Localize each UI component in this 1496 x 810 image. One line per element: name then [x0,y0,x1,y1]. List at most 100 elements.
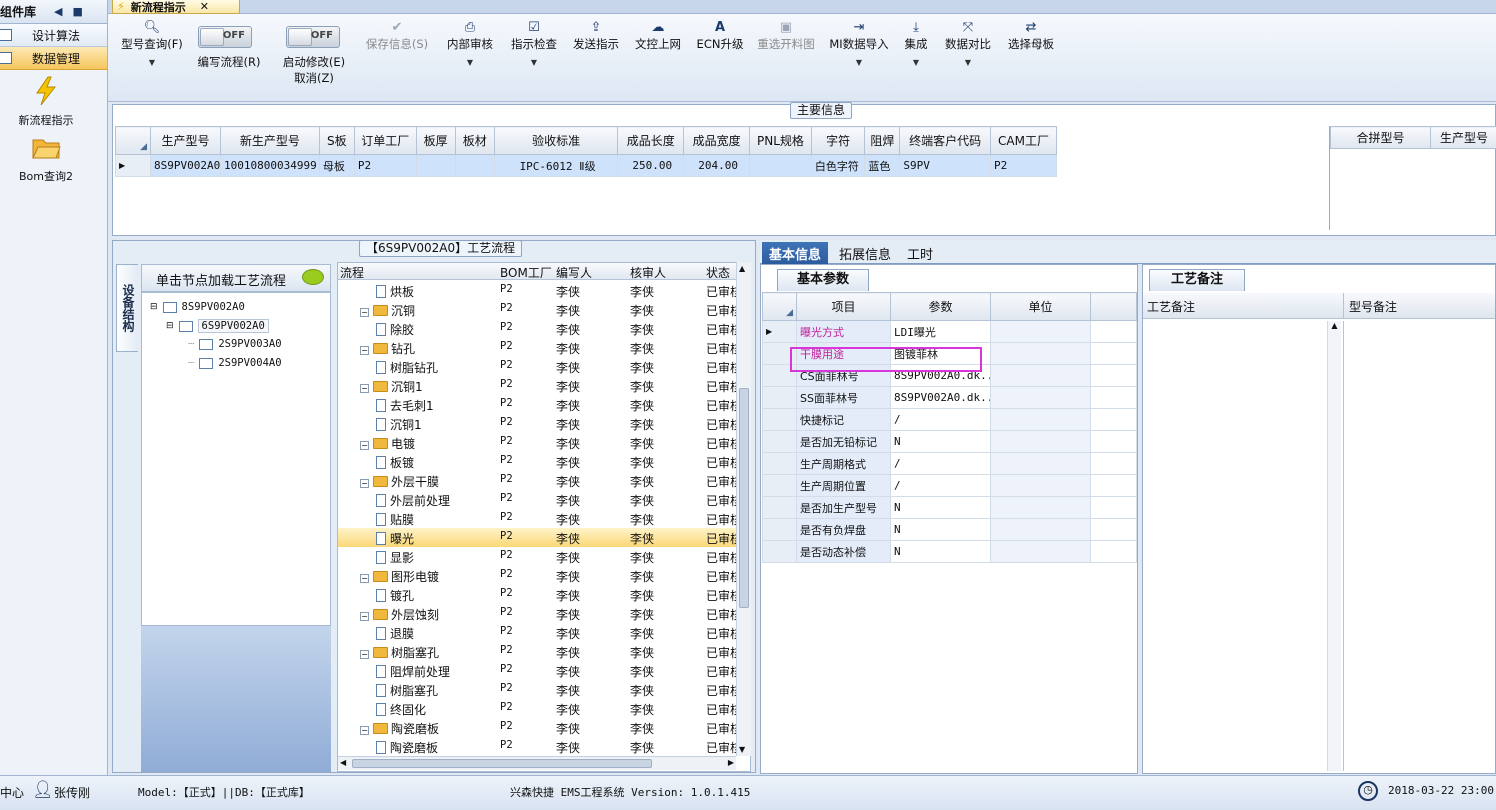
param-row[interactable]: 是否有负焊盘 N [762,518,1137,541]
flow-step-row[interactable]: 终固化 P2 李侠 李侠 已审核 [338,699,742,718]
collapse-icon[interactable]: − [360,346,369,355]
flow-group-row[interactable]: − 树脂塞孔 P2 李侠 李侠 已审核 [338,642,742,661]
pin-icon[interactable]: ■ [72,5,82,18]
flow-step-row[interactable]: 镀孔 P2 李侠 李侠 已审核 [338,585,742,604]
collapse-icon[interactable]: − [360,308,369,317]
col-header[interactable]: 阻焊 [864,126,901,155]
param-value[interactable]: N [890,518,991,541]
collapse-icon[interactable]: − [360,574,369,583]
scroll-down-icon[interactable]: ▼ [739,745,745,754]
tab-extended-info[interactable]: 拓展信息 [832,242,898,264]
write-flow-toggle[interactable]: OFF [198,26,252,48]
col-header[interactable]: 订单工厂 [353,126,417,155]
tab-new-process[interactable]: ⚡ 新流程指示 ✕ [112,0,240,14]
col-header[interactable]: 成品宽度 [683,126,751,155]
flow-group-row[interactable]: − 外层蚀刻 P2 李侠 李侠 已审核 [338,604,742,623]
param-value[interactable]: N [890,540,991,563]
tree-node[interactable]: ┄ 2S9PV004A0 [188,357,282,369]
scroll-up-icon[interactable]: ▲ [1328,321,1341,330]
dropdown-arrow-icon[interactable]: ▼ [116,58,188,67]
param-unit[interactable] [990,474,1091,497]
collapse-icon[interactable]: − [360,726,369,735]
flow-step-row[interactable]: 贴膜 P2 李侠 李侠 已审核 [338,509,742,528]
param-unit[interactable] [990,540,1091,563]
flow-step-row[interactable]: 陶瓷磨板 P2 李侠 李侠 已审核 [338,737,742,756]
instruction-check-button[interactable]: ☑ 指示检查 ▼ [506,20,562,67]
flow-step-row[interactable]: 阻焊前处理 P2 李侠 李侠 已审核 [338,661,742,680]
nav-group-data-management[interactable]: 数据管理 [0,47,107,70]
param-value[interactable]: / [890,408,991,431]
dropdown-arrow-icon[interactable]: ▼ [940,58,996,67]
tree-node-selected[interactable]: ⊟ 6S9PV002A0 [166,319,269,333]
col-header[interactable]: 字符 [810,126,866,155]
col-header[interactable]: CAM工厂 [989,126,1058,155]
param-unit[interactable] [990,496,1091,519]
tile-bom-query[interactable]: Bom查询2 [0,132,92,184]
param-unit[interactable] [990,342,1091,365]
flow-step-row[interactable]: 外层前处理 P2 李侠 李侠 已审核 [338,490,742,509]
data-compare-button[interactable]: ⤧ 数据对比 ▼ [940,20,996,67]
table-row[interactable]: ▶ 8S9PV002A0 10010800034999 母板 P2 IPC-6012 Ⅱ… [115,154,1058,177]
flow-step-row[interactable]: 显影 P2 李侠 李侠 已审核 [338,547,742,566]
flow-step-row[interactable]: 除胶 P2 李侠 李侠 已审核 [338,319,742,338]
col-header[interactable]: PNL规格 [749,126,812,155]
tab-work-hours[interactable]: 工时 [900,242,940,264]
param-unit[interactable] [990,320,1091,343]
param-unit[interactable] [990,386,1091,409]
collapse-icon[interactable]: ⊟ [150,302,158,312]
scroll-left-icon[interactable]: ◀ [340,758,346,767]
remark-scrollbar[interactable]: ▲ [1327,321,1341,771]
flow-group-row[interactable]: − 图形电镀 P2 李侠 李侠 已审核 [338,566,742,585]
collapse-icon[interactable]: − [360,384,369,393]
cancel-button[interactable]: 取消(Z) [278,70,350,86]
flow-step-row[interactable]: 退膜 P2 李侠 李侠 已审核 [338,623,742,642]
param-unit[interactable] [990,430,1091,453]
param-row[interactable]: ▶ 曝光方式 LDI曝光 [762,320,1137,343]
flow-group-row[interactable]: − 外层干膜 P2 李侠 李侠 已审核 [338,471,742,490]
flow-step-row[interactable]: 板镀 P2 李侠 李侠 已审核 [338,452,742,471]
collapse-icon[interactable]: ⊟ [166,321,174,331]
flow-group-row[interactable]: − 沉铜 P2 李侠 李侠 已审核 [338,300,742,319]
col-header[interactable]: 新生产型号 [220,126,320,155]
flow-step-row[interactable]: 曝光 P2 李侠 李侠 已审核 [338,528,742,547]
param-value[interactable]: N [890,496,991,519]
send-instruction-button[interactable]: ⇪ 发送指示 [568,20,624,52]
close-icon[interactable]: ✕ [200,0,209,13]
param-value[interactable]: / [890,474,991,497]
flow-group-row[interactable]: − 沉铜1 P2 李侠 李侠 已审核 [338,376,742,395]
col-header[interactable]: 终端客户代码 [899,126,991,155]
param-row[interactable]: 是否加生产型号 N [762,496,1137,519]
integrate-button[interactable]: ⤓ 集成 ▼ [898,20,934,67]
start-modify-toggle[interactable]: OFF [286,26,340,48]
col-header[interactable]: 生产型号 [150,126,221,155]
param-row[interactable]: 生产周期格式 / [762,452,1137,475]
nav-group-design-algorithm[interactable]: 设计算法 [0,24,107,47]
dropdown-arrow-icon[interactable]: ▼ [898,58,934,67]
scroll-up-icon[interactable]: ▲ [739,264,745,273]
param-unit[interactable] [990,408,1091,431]
param-value[interactable]: 8S9PV002A0.dk... [890,386,991,409]
param-row[interactable]: SS面菲林号 8S9PV002A0.dk... [762,386,1137,409]
select-motherboard-button[interactable]: ⇄ 选择母板 [1002,20,1060,52]
tile-new-process[interactable]: 新流程指示 [0,76,92,128]
internal-review-button[interactable]: ⎙ 内部审核 ▼ [442,20,498,67]
mi-data-import-button[interactable]: ⇥ MI数据导入 ▼ [826,20,892,67]
dropdown-arrow-icon[interactable]: ▼ [826,58,892,67]
tab-basic-info[interactable]: 基本信息 [762,242,829,264]
col-header[interactable]: S板 [318,126,355,155]
flow-group-row[interactable]: − 电镀 P2 李侠 李侠 已审核 [338,433,742,452]
scroll-thumb[interactable] [739,388,749,608]
flow-step-row[interactable]: 沉铜1 P2 李侠 李侠 已审核 [338,414,742,433]
ecn-upgrade-button[interactable]: A ECN升级 [692,20,748,52]
flow-step-row[interactable]: 烘板 P2 李侠 李侠 已审核 [338,281,742,300]
param-value[interactable]: / [890,452,991,475]
collapse-icon[interactable]: − [360,441,369,450]
dropdown-arrow-icon[interactable]: ▼ [442,58,498,67]
param-row[interactable]: 快捷标记 / [762,408,1137,431]
doc-control-online-button[interactable]: ☁ 文控上网 [630,20,686,52]
param-row[interactable]: 生产周期位置 / [762,474,1137,497]
param-unit[interactable] [990,364,1091,387]
flow-horizontal-scrollbar[interactable]: ◀ ▶ [338,756,736,770]
scroll-thumb[interactable] [352,759,652,768]
model-query-button[interactable]: 🔍︎ 型号查询(F) ▼ [116,20,188,67]
